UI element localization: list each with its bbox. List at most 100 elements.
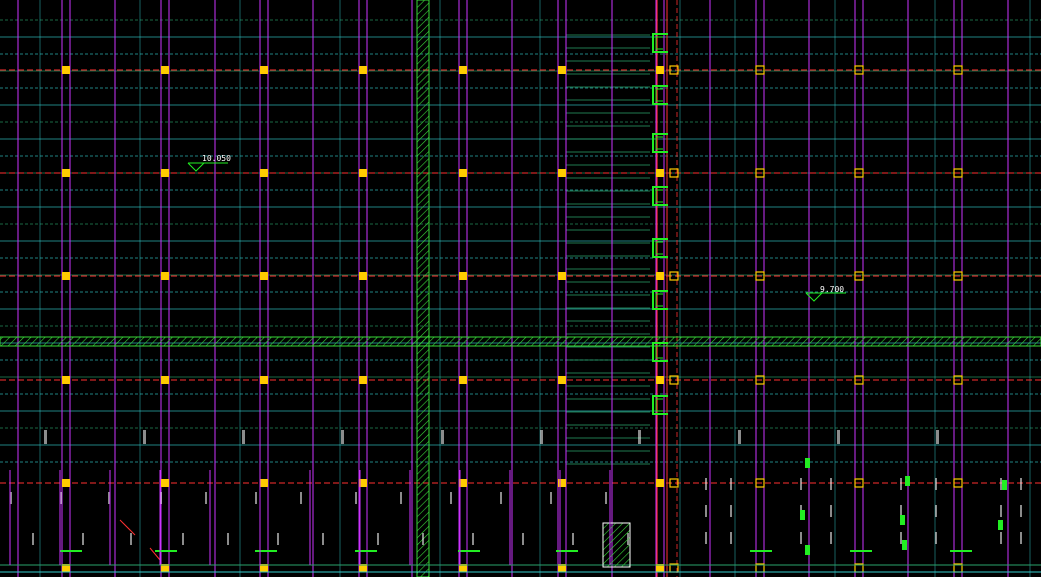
dimension-tick <box>422 533 424 545</box>
column <box>260 479 268 487</box>
column <box>62 169 70 177</box>
dimension-tick <box>900 478 902 490</box>
drawing-background <box>0 0 1041 577</box>
green-accent <box>1002 480 1007 490</box>
dimension-tick <box>130 533 132 545</box>
column <box>161 272 169 280</box>
column <box>558 66 566 74</box>
column <box>62 376 70 384</box>
dimension-tick <box>800 478 802 490</box>
dimension-tick <box>800 532 802 544</box>
dimension-tick <box>182 533 184 545</box>
column <box>161 479 169 487</box>
dimension-tick <box>730 478 732 490</box>
dimension-tick <box>705 478 707 490</box>
hatched-band-horizontal <box>0 336 1041 347</box>
dimension-tick <box>227 533 229 545</box>
dimension-tick <box>277 533 279 545</box>
column <box>260 66 268 74</box>
column <box>161 66 169 74</box>
dimension-tick <box>837 430 840 444</box>
dimension-tick <box>32 533 34 545</box>
column <box>558 169 566 177</box>
column <box>459 272 467 280</box>
dimension-tick <box>1020 505 1022 517</box>
dimension-tick <box>705 505 707 517</box>
dimension-tick <box>936 430 939 444</box>
hatched-band-vertical <box>416 0 430 577</box>
green-accent <box>998 520 1003 530</box>
column <box>260 272 268 280</box>
dimension-tick <box>572 533 574 545</box>
dimension-tick <box>322 533 324 545</box>
column <box>359 66 367 74</box>
column <box>558 272 566 280</box>
dimension-tick <box>550 492 552 504</box>
dimension-tick <box>900 532 902 544</box>
column <box>558 376 566 384</box>
dimension-tick <box>1000 532 1002 544</box>
dimension-tick <box>441 430 444 444</box>
dimension-tick <box>500 492 502 504</box>
dimension-tick <box>450 492 452 504</box>
dimension-tick <box>540 430 543 444</box>
dimension-tick <box>242 430 245 444</box>
cad-plan-canvas[interactable] <box>0 0 1041 577</box>
hatched-box <box>602 522 631 568</box>
dimension-tick <box>522 533 524 545</box>
column <box>161 169 169 177</box>
dimension-tick <box>935 505 937 517</box>
dimension-tick <box>830 532 832 544</box>
column <box>656 376 664 384</box>
dimension-tick <box>44 430 47 444</box>
column <box>62 479 70 487</box>
dimension-tick <box>730 505 732 517</box>
column <box>656 272 664 280</box>
column <box>260 169 268 177</box>
dimension-tick <box>472 533 474 545</box>
dimension-tick <box>705 532 707 544</box>
column <box>62 66 70 74</box>
elevation-label-2: 9.700 <box>820 285 845 294</box>
dimension-tick <box>355 492 357 504</box>
dimension-tick <box>377 533 379 545</box>
column <box>359 272 367 280</box>
column <box>656 479 664 487</box>
green-accent <box>805 545 810 555</box>
dimension-tick <box>830 478 832 490</box>
dimension-tick <box>1000 478 1002 490</box>
column <box>656 66 664 74</box>
dimension-tick <box>300 492 302 504</box>
column <box>459 376 467 384</box>
column <box>260 376 268 384</box>
green-accent <box>905 476 910 486</box>
dimension-tick <box>730 532 732 544</box>
green-accent <box>800 510 805 520</box>
column <box>62 272 70 280</box>
dimension-tick <box>341 430 344 444</box>
dimension-tick <box>143 430 146 444</box>
dimension-tick <box>255 492 257 504</box>
dimension-tick <box>205 492 207 504</box>
dimension-tick <box>400 492 402 504</box>
dimension-tick <box>935 478 937 490</box>
column <box>359 376 367 384</box>
green-accent <box>902 540 907 550</box>
column <box>161 376 169 384</box>
dimension-tick <box>1020 478 1022 490</box>
dimension-tick <box>82 533 84 545</box>
dimension-tick <box>638 430 641 444</box>
green-accent <box>805 458 810 468</box>
dimension-tick <box>830 505 832 517</box>
column <box>359 169 367 177</box>
dimension-tick <box>1000 505 1002 517</box>
column <box>459 169 467 177</box>
column <box>558 479 566 487</box>
elevation-label-1: 10.050 <box>202 154 231 163</box>
column <box>459 66 467 74</box>
green-accent <box>900 515 905 525</box>
dimension-tick <box>935 532 937 544</box>
column <box>656 169 664 177</box>
dimension-tick <box>738 430 741 444</box>
dimension-tick <box>1020 532 1022 544</box>
